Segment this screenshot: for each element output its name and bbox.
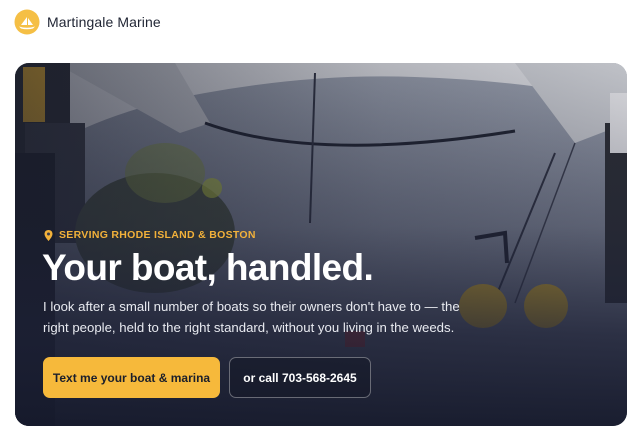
martingale-logo-icon[interactable] (14, 9, 40, 35)
eyebrow-text: SERVING RHODE ISLAND & BOSTON (59, 229, 256, 241)
text-me-button[interactable]: Text me your boat & marina (43, 357, 220, 398)
hero-section: SERVING RHODE ISLAND & BOSTON Your boat,… (15, 63, 627, 426)
hero-headline: Your boat, handled. (42, 247, 374, 288)
service-area-eyebrow: SERVING RHODE ISLAND & BOSTON (44, 229, 256, 241)
hero-subtext: I look after a small number of boats so … (43, 299, 460, 335)
call-button[interactable]: or call 703-568-2645 (229, 357, 371, 398)
brand-name[interactable]: Martingale Marine (47, 14, 161, 30)
location-pin-icon (44, 229, 53, 241)
site-header: Martingale Marine (0, 0, 640, 56)
